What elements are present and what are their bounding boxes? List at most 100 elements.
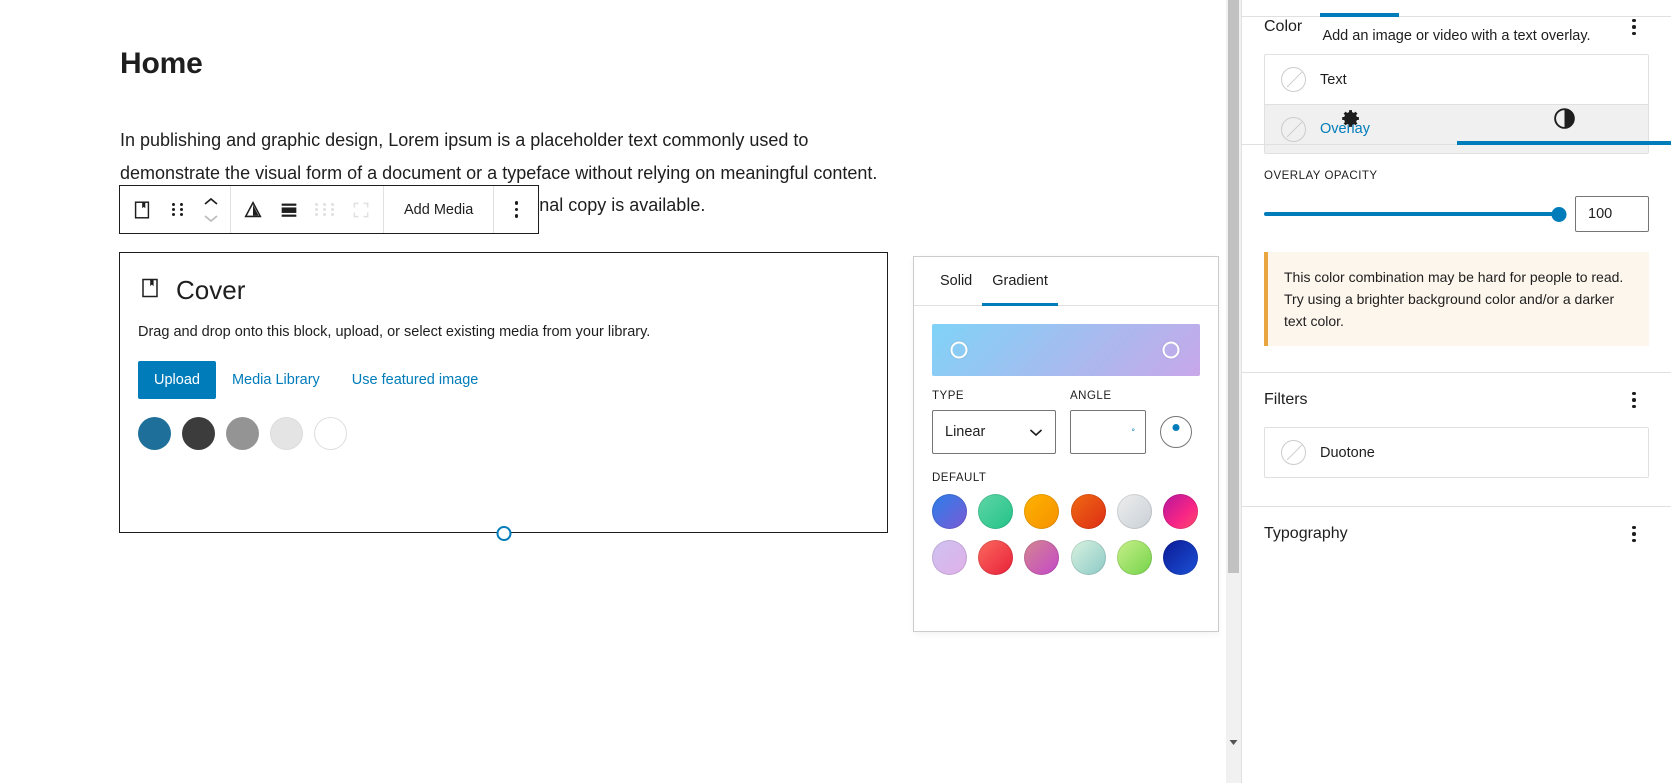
add-media-button[interactable]: Add Media (388, 186, 489, 233)
slider-thumb[interactable] (1551, 206, 1567, 222)
no-color-icon (1281, 67, 1306, 92)
sidebar-tab-divider (1242, 16, 1671, 17)
filters-section-title: Filters (1264, 391, 1308, 408)
full-width-icon (343, 186, 379, 233)
cover-block-icon (138, 276, 162, 305)
chevron-down-icon (204, 214, 218, 222)
align-icon[interactable] (271, 186, 307, 233)
cover-block-title: Cover (176, 275, 246, 305)
cover-color-palette (138, 417, 887, 450)
gradient-swatch-light-green-cyan-to-vivid-green-cyan[interactable] (978, 494, 1014, 529)
color-swatch-white[interactable] (314, 417, 347, 450)
drag-handle-disabled-icon (307, 186, 343, 233)
gradient-stop-start[interactable] (950, 341, 968, 359)
gradient-swatch-midnight[interactable] (1162, 540, 1198, 575)
color-row-text-label: Text (1320, 71, 1347, 88)
gradient-swatch-luminous-vivid-amber-to-luminous-vivid-orange[interactable] (1024, 494, 1060, 529)
drag-handle-icon[interactable] (160, 186, 196, 233)
content-position-icon[interactable] (235, 186, 271, 233)
media-library-button[interactable]: Media Library (216, 361, 336, 399)
filters-section-options-icon[interactable] (1619, 385, 1649, 415)
color-row-duotone[interactable]: Duotone (1265, 428, 1648, 477)
gradient-swatch-blush-bordeaux[interactable] (978, 540, 1014, 575)
gradient-swatch-vivid-cyan-blue-to-vivid-purple[interactable] (932, 494, 967, 529)
toolbar-group-format (230, 186, 383, 233)
default-gradients-label: DEFAULT (932, 472, 987, 484)
color-swatch-blue[interactable] (138, 417, 171, 450)
typography-section: Typography (1242, 507, 1671, 561)
gradient-angle-control: ANGLE ° (1070, 390, 1146, 454)
no-color-icon (1281, 440, 1306, 465)
toolbar-group-media: Add Media (383, 186, 493, 233)
color-swatch-gray[interactable] (226, 417, 259, 450)
cover-resize-handle[interactable] (496, 526, 511, 541)
color-row-duotone-label: Duotone (1320, 444, 1375, 461)
chevron-down-icon (1029, 428, 1043, 436)
slider-fill (1264, 212, 1559, 216)
gradient-picker-tabs: Solid Gradient (914, 257, 1218, 306)
angle-unit: ° (1131, 427, 1135, 437)
upload-button[interactable]: Upload (138, 361, 216, 399)
editor-canvas: Home In publishing and graphic design, L… (0, 0, 1222, 783)
use-featured-image-button[interactable]: Use featured image (336, 361, 495, 399)
color-swatch-dark-gray[interactable] (182, 417, 215, 450)
typography-section-title: Typography (1264, 525, 1348, 542)
drag-dots (172, 203, 184, 216)
gradient-stop-end[interactable] (1162, 341, 1180, 359)
filters-section: Filters Duotone (1242, 373, 1671, 478)
gradient-swatch-luminous-vivid-orange-to-vivid-red[interactable] (1070, 494, 1106, 529)
cover-block-icon[interactable] (124, 186, 160, 233)
angle-picker-knob[interactable] (1160, 416, 1192, 448)
sidebar-top-tab-indicator (1320, 13, 1399, 17)
overlay-opacity-slider[interactable] (1264, 204, 1567, 224)
contrast-icon (1554, 107, 1575, 129)
tab-settings[interactable] (1242, 92, 1457, 144)
wordpress-block-editor: Home In publishing and graphic design, L… (0, 0, 1671, 783)
gradient-type-select[interactable]: Linear (932, 410, 1056, 454)
overlay-opacity-input[interactable]: 100 (1575, 196, 1649, 232)
toolbar-group-more (493, 186, 538, 233)
tab-styles[interactable] (1457, 92, 1671, 145)
no-color-icon (1281, 116, 1306, 142)
drag-dots-disabled (315, 203, 335, 216)
cover-block-header: Cover (138, 275, 887, 306)
chevron-up-icon (204, 197, 218, 205)
scroll-down-arrow-icon[interactable] (1226, 734, 1241, 751)
tab-solid[interactable]: Solid (930, 257, 982, 306)
typography-section-header: Typography (1264, 507, 1649, 561)
gradient-swatch-pale-ocean[interactable] (1070, 540, 1106, 575)
gradient-angle-input[interactable]: ° (1070, 410, 1146, 454)
ellipsis-vertical-icon[interactable] (498, 186, 534, 233)
block-toolbar: Add Media (119, 185, 540, 234)
cover-block-actions: Upload Media Library Use featured image (138, 361, 887, 399)
page-title[interactable]: Home (120, 47, 203, 81)
kebab-dots (501, 195, 531, 225)
tab-gradient[interactable]: Gradient (982, 257, 1058, 306)
filters-section-header: Filters (1264, 373, 1649, 427)
gradient-type-value: Linear (945, 424, 986, 440)
toolbar-group-block (120, 186, 230, 233)
move-block-buttons[interactable] (196, 186, 226, 233)
gradient-picker-popover: Solid Gradient TYPE Linear ANGLE ° DEFAU… (913, 256, 1219, 632)
gradient-swatch-cool-to-warm-spectrum[interactable] (1162, 494, 1198, 529)
overlay-opacity-row: 100 (1264, 196, 1649, 232)
color-swatch-light-gray[interactable] (270, 417, 303, 450)
gradient-preview-bar[interactable] (932, 324, 1200, 376)
angle-label: ANGLE (1070, 390, 1112, 402)
gradient-swatch-electric-grass[interactable] (1116, 540, 1152, 575)
gradient-swatch-luminous-dusk[interactable] (1024, 540, 1060, 575)
typography-section-options-icon[interactable] (1619, 519, 1649, 549)
gradient-controls: TYPE Linear ANGLE ° (914, 376, 1218, 454)
cover-block-placeholder[interactable]: Cover Drag and drop onto this block, upl… (119, 252, 888, 541)
gear-icon (1342, 109, 1359, 127)
editor-scrollbar-thumb[interactable] (1228, 0, 1239, 573)
editor-scrollbar[interactable] (1226, 0, 1241, 783)
contrast-warning-notice: This color combination may be hard for p… (1264, 252, 1649, 346)
overlay-opacity-value: 100 (1588, 206, 1613, 222)
overlay-opacity-label: OVERLAY OPACITY (1264, 170, 1378, 182)
gradient-preview-wrap (914, 306, 1218, 376)
gradient-swatch-blush-light-purple[interactable] (932, 540, 967, 575)
sidebar-tabs (1242, 92, 1671, 145)
gradient-swatch-very-light-gray-to-cyan-bluish-gray[interactable] (1116, 494, 1152, 529)
color-section: Color Text Overlay OVERLAY OPACITY 100 T… (1242, 0, 1671, 346)
